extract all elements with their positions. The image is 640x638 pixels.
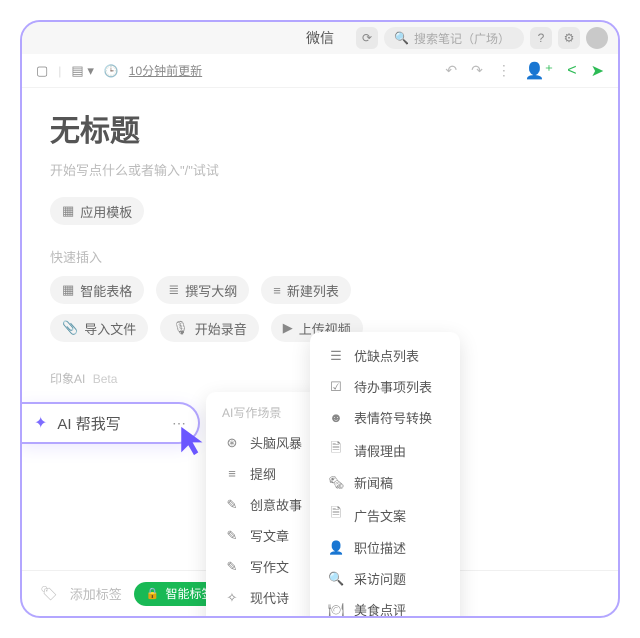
ai-scene-subflyout: ☰优缺点列表 ☑待办事项列表 ☻表情符号转换 🗎请假理由 🗞新闻稿 🗎广告文案 …: [310, 332, 460, 618]
outline-icon: ≣: [168, 282, 179, 298]
subitem-emoji-convert[interactable]: ☻表情符号转换: [314, 402, 456, 433]
tag-icon: 🏷: [40, 585, 58, 602]
search-input[interactable]: 🔍 搜索笔记（广场）: [384, 27, 524, 49]
ai-pill-more-icon[interactable]: ⋯: [172, 415, 186, 432]
page-title[interactable]: 无标题: [50, 106, 590, 150]
emoji-icon: ☻: [328, 410, 344, 425]
undo-icon[interactable]: ↶: [445, 62, 457, 79]
clock-icon: 🕒: [104, 64, 119, 78]
video-icon: ▶: [283, 320, 293, 336]
list-icon: ≡: [273, 283, 281, 298]
share-icon[interactable]: <: [567, 62, 576, 80]
news-icon: 🗞: [328, 475, 344, 491]
subitem-pros-cons[interactable]: ☰优缺点列表: [314, 340, 456, 371]
app-window: 微信 ⟳ 🔍 搜索笔记（广场） ? ⚙ ▢ | ▤ ▾ 🕒 10分钟前更新 ↶ …: [20, 20, 620, 618]
ai-scene-outline[interactable]: ≡提纲: [210, 458, 322, 489]
subitem-interview-q[interactable]: 🔍采访问题: [314, 563, 456, 594]
quick-insert-smart-table[interactable]: ▦ 智能表格: [50, 276, 144, 304]
sparkle-icon: ✦: [34, 413, 47, 433]
ai-scene-brainstorm[interactable]: ⊛头脑风暴: [210, 427, 322, 458]
apply-template-label: 应用模板: [80, 202, 132, 221]
ai-scene-meeting-agenda[interactable]: ☰会议议程▶: [210, 613, 322, 618]
apply-template-button[interactable]: ▦ 应用模板: [50, 197, 144, 225]
search-placeholder: 搜索笔记（广场）: [414, 30, 510, 47]
subitem-food-review[interactable]: 🍽美食点评: [314, 594, 456, 618]
subitem-ad-copy[interactable]: 🗎广告文案: [314, 498, 456, 532]
refresh-icon[interactable]: ⟳: [356, 27, 378, 49]
editor-placeholder[interactable]: 开始写点什么或者输入"/"试试: [50, 160, 590, 179]
subitem-press-release[interactable]: 🗞新闻稿: [314, 467, 456, 498]
help-icon[interactable]: ?: [530, 27, 552, 49]
quick-insert-outline[interactable]: ≣ 撰写大纲: [156, 276, 249, 304]
subitem-todo-list[interactable]: ☑待办事项列表: [314, 371, 456, 402]
outline-icon: ≡: [224, 466, 240, 481]
import-icon: 📎: [62, 320, 78, 336]
send-icon[interactable]: ➤: [591, 61, 604, 81]
ai-scene-flyout: AI写作场景 ⊛头脑风暴 ≡提纲 ✎创意故事 ✎写文章 ✎写作文 ✧现代诗 ☰会…: [206, 392, 326, 618]
titlebar: 微信 ⟳ 🔍 搜索笔记（广场） ? ⚙: [22, 22, 618, 54]
mic-icon: 🎙: [172, 320, 189, 336]
quick-insert-row-1: ▦ 智能表格 ≣ 撰写大纲 ≡ 新建列表: [50, 276, 590, 304]
copy-icon: 🗎: [328, 504, 344, 526]
ai-scene-flyout-header: AI写作场景: [210, 400, 322, 427]
expand-icon[interactable]: ▢: [36, 63, 48, 79]
quick-insert-import-file[interactable]: 📎 导入文件: [50, 314, 148, 342]
update-time[interactable]: 10分钟前更新: [129, 62, 202, 79]
search-icon: 🔍: [328, 571, 344, 587]
subitem-leave-reason[interactable]: 🗎请假理由: [314, 433, 456, 467]
settings-icon[interactable]: ⚙: [558, 27, 580, 49]
quick-insert-record-audio[interactable]: 🎙 开始录音: [160, 314, 259, 342]
todo-icon: ☑: [328, 379, 344, 395]
note-toolbar: ▢ | ▤ ▾ 🕒 10分钟前更新 ↶ ↷ ⋮ 👤⁺ < ➤: [22, 54, 618, 88]
poetry-icon: ✧: [224, 590, 240, 606]
person-icon: 👤: [328, 540, 344, 556]
essay-icon: ✎: [224, 559, 240, 575]
add-tag-button[interactable]: 添加标签: [70, 584, 122, 603]
lock-icon: 🔒: [146, 587, 160, 600]
brainstorm-icon: ⊛: [224, 435, 240, 451]
subitem-job-desc[interactable]: 👤职位描述: [314, 532, 456, 563]
ai-pill-label: AI 帮我写: [57, 413, 120, 434]
story-icon: ✎: [224, 497, 240, 513]
article-icon: ✎: [224, 528, 240, 544]
note-icon: 🗎: [328, 439, 344, 461]
avatar[interactable]: [586, 27, 608, 49]
ai-scene-poetry[interactable]: ✧现代诗: [210, 582, 322, 613]
quick-insert-new-list[interactable]: ≡ 新建列表: [261, 276, 351, 304]
ai-help-write-button[interactable]: ✦ AI 帮我写 ⋯: [20, 402, 200, 444]
template-icon: ▦: [62, 203, 74, 219]
list-icon: ☰: [328, 348, 344, 364]
grid-icon: ▦: [62, 282, 74, 298]
search-icon: 🔍: [394, 31, 409, 45]
beta-badge: Beta: [93, 372, 118, 386]
ai-scene-creative-story[interactable]: ✎创意故事: [210, 489, 322, 520]
food-icon: 🍽: [328, 602, 344, 618]
ai-scene-essay[interactable]: ✎写作文: [210, 551, 322, 582]
redo-icon[interactable]: ↷: [471, 62, 483, 79]
notebook-icon[interactable]: ▤ ▾: [71, 63, 93, 79]
add-user-icon[interactable]: 👤⁺: [525, 61, 553, 81]
quick-insert-label: 快速插入: [50, 247, 590, 266]
ai-scene-write-article[interactable]: ✎写文章: [210, 520, 322, 551]
more-icon[interactable]: ⋮: [497, 62, 511, 79]
